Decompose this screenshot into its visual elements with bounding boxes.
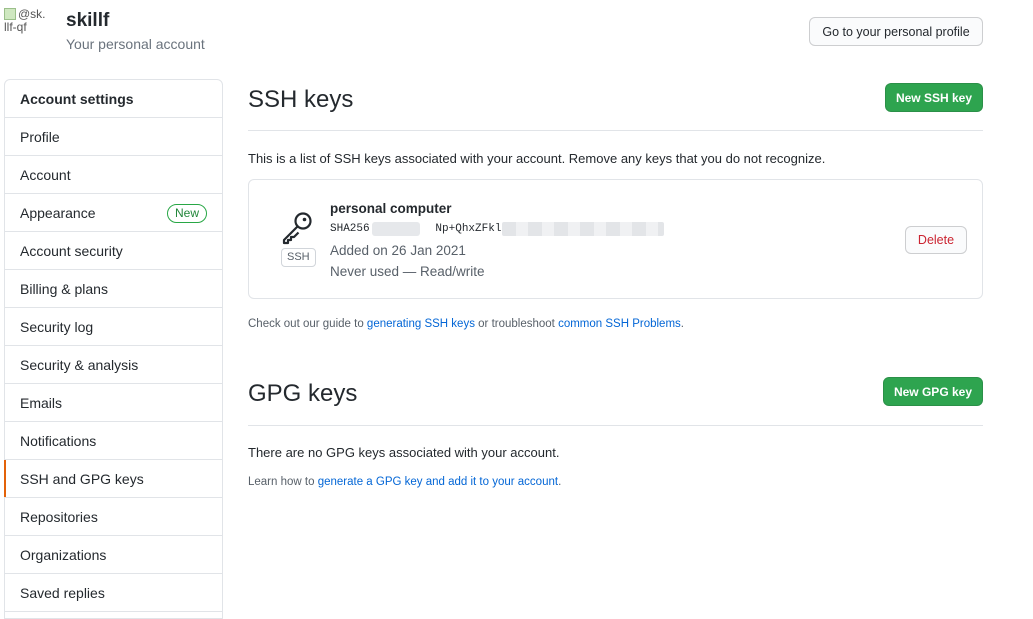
new-ssh-key-button[interactable]: New SSH key <box>885 83 983 112</box>
sidebar-item-ssh-gpg-keys[interactable]: SSH and GPG keys <box>4 460 222 498</box>
note-text: Check out our guide to <box>248 318 367 330</box>
redacted-blur <box>372 222 420 236</box>
ssh-description: This is a list of SSH keys associated wi… <box>248 151 826 166</box>
note-text: . <box>680 318 684 330</box>
ssh-key-fingerprint: SHA256:J7 Np+QhxZFklq6 <box>330 223 515 235</box>
generate-gpg-key-link[interactable]: generate a GPG key and add it to your ac… <box>318 476 558 488</box>
common-ssh-problems-link[interactable]: common SSH Problems <box>558 318 681 330</box>
ssh-key-added-date: Added on 26 Jan 2021 <box>330 243 466 258</box>
sidebar-item-account[interactable]: Account <box>5 156 222 194</box>
ssh-keys-title: SSH keys <box>248 86 354 113</box>
ssh-help-note: Check out our guide to generating SSH ke… <box>248 318 684 330</box>
new-gpg-key-button[interactable]: New GPG key <box>883 377 983 406</box>
gpg-help-note: Learn how to generate a GPG key and add … <box>248 476 561 488</box>
ssh-divider <box>248 130 983 131</box>
sidebar-header-account-settings: Account settings <box>5 80 222 118</box>
settings-sidebar: Account settings Profile Account Appeara… <box>4 79 223 619</box>
sidebar-item-organizations[interactable]: Organizations <box>5 536 222 574</box>
sidebar-item-appearance[interactable]: Appearance New <box>5 194 222 232</box>
sidebar-item-account-security[interactable]: Account security <box>5 232 222 270</box>
gpg-keys-title: GPG keys <box>248 380 358 407</box>
delete-ssh-key-button[interactable]: Delete <box>905 226 967 254</box>
generating-ssh-keys-link[interactable]: generating SSH keys <box>367 318 475 330</box>
new-badge: New <box>166 204 207 223</box>
sidebar-item-repositories[interactable]: Repositories <box>5 498 222 536</box>
account-username: skillf <box>66 10 110 31</box>
ssh-key-item: SSH personal computer SHA256:J7 Np+QhxZFk… <box>248 179 983 299</box>
gpg-empty-message: There are no GPG keys associated with yo… <box>248 445 560 460</box>
ssh-key-title: personal computer <box>330 201 452 216</box>
note-text: . <box>558 476 562 488</box>
sidebar-item-security-log[interactable]: Security log <box>5 308 222 346</box>
ssh-key-usage: Never used — Read/write <box>330 264 485 279</box>
sidebar-item-saved-replies[interactable]: Saved replies <box>5 574 222 612</box>
broken-image-icon <box>4 8 16 20</box>
sidebar-item-label: Appearance <box>20 204 96 221</box>
note-text: Learn how to <box>248 476 318 488</box>
avatar[interactable]: @sk. llf-qf <box>4 8 56 40</box>
redacted-blur <box>502 222 664 236</box>
note-text: or troubleshoot <box>474 318 559 330</box>
gpg-divider <box>248 425 983 426</box>
key-icon <box>282 212 312 245</box>
sidebar-item-notifications[interactable]: Notifications <box>5 422 222 460</box>
account-subtitle: Your personal account <box>66 36 205 52</box>
sidebar-item-emails[interactable]: Emails <box>5 384 222 422</box>
sidebar-item-security-analysis[interactable]: Security & analysis <box>5 346 222 384</box>
sidebar-item-profile[interactable]: Profile <box>5 118 222 156</box>
go-to-profile-button[interactable]: Go to your personal profile <box>809 17 983 46</box>
sidebar-item-billing[interactable]: Billing & plans <box>5 270 222 308</box>
ssh-label: SSH <box>281 248 316 267</box>
